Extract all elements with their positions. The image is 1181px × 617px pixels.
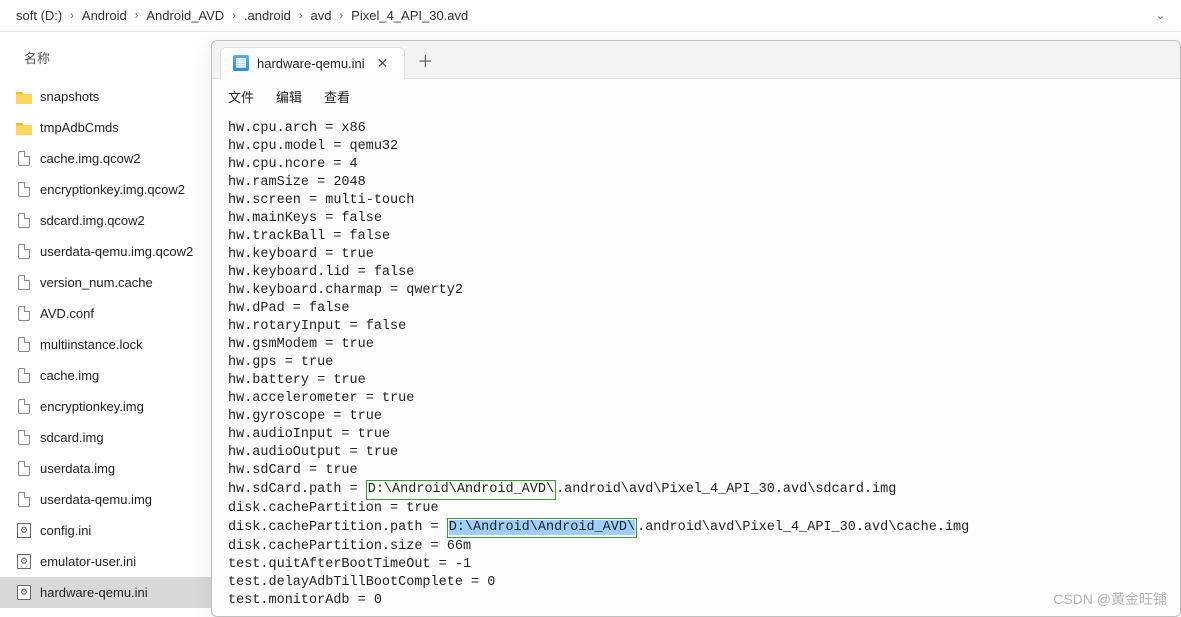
tab-hardware-qemu[interactable]: hardware-qemu.ini ✕ <box>220 47 405 79</box>
file-item[interactable]: snapshots <box>0 81 211 112</box>
file-name-label: userdata-qemu.img <box>40 492 152 507</box>
file-name-label: config.ini <box>40 523 91 538</box>
file-icon <box>16 368 32 384</box>
column-header-name[interactable]: 名称 <box>0 40 211 81</box>
tab-bar: hardware-qemu.ini ✕ ＋ <box>212 41 1180 79</box>
chevron-right-icon: › <box>299 10 303 22</box>
file-name-label: sdcard.img <box>40 430 104 445</box>
crumb-0[interactable]: soft (D:) <box>16 8 62 23</box>
folder-icon <box>16 89 32 105</box>
notepad-icon <box>233 55 249 71</box>
file-icon <box>16 399 32 415</box>
tab-title: hardware-qemu.ini <box>257 56 365 71</box>
file-item[interactable]: cache.img <box>0 360 211 391</box>
file-icon <box>16 492 32 508</box>
settings-file-icon: ⚙ <box>16 554 32 570</box>
chevron-right-icon: › <box>340 10 344 22</box>
file-name-label: encryptionkey.img <box>40 399 144 414</box>
file-icon <box>16 213 32 229</box>
file-item[interactable]: ⚙ config.ini <box>0 515 211 546</box>
file-name-label: AVD.conf <box>40 306 94 321</box>
file-item[interactable]: AVD.conf <box>0 298 211 329</box>
file-icon <box>16 306 32 322</box>
file-icon <box>16 461 32 477</box>
file-name-label: snapshots <box>40 89 99 104</box>
file-name-label: multiinstance.lock <box>40 337 143 352</box>
file-name-label: userdata-qemu.img.qcow2 <box>40 244 193 259</box>
chevron-down-icon[interactable]: ⌄ <box>1156 9 1165 22</box>
file-icon <box>16 430 32 446</box>
chevron-right-icon: › <box>70 10 74 22</box>
file-name-label: userdata.img <box>40 461 115 476</box>
file-list-pane: 名称 snapshots tmpAdbCmds cache.img.qcow2 enc… <box>0 32 211 617</box>
chevron-right-icon: › <box>135 10 139 22</box>
file-item[interactable]: ⚙ hardware-qemu.ini <box>0 577 211 608</box>
file-name-label: encryptionkey.img.qcow2 <box>40 182 185 197</box>
crumb-2[interactable]: Android_AVD <box>146 8 224 23</box>
folder-icon <box>16 120 32 136</box>
file-item[interactable]: userdata-qemu.img.qcow2 <box>0 236 211 267</box>
file-icon <box>16 182 32 198</box>
close-icon[interactable]: ✕ <box>373 55 393 72</box>
file-name-label: cache.img.qcow2 <box>40 151 140 166</box>
crumb-3[interactable]: .android <box>244 8 291 23</box>
crumb-4[interactable]: avd <box>311 8 332 23</box>
file-item[interactable]: userdata.img <box>0 453 211 484</box>
file-name-label: emulator-user.ini <box>40 554 136 569</box>
file-item[interactable]: userdata-qemu.img <box>0 484 211 515</box>
crumb-5[interactable]: Pixel_4_API_30.avd <box>351 8 468 23</box>
file-name-label: hardware-qemu.ini <box>40 585 148 600</box>
editor-content[interactable]: hw.cpu.arch = x86 hw.cpu.model = qemu32 … <box>212 116 1180 616</box>
crumb-1[interactable]: Android <box>82 8 127 23</box>
menu-bar: 文件 编辑 查看 <box>212 79 1180 116</box>
file-icon <box>16 151 32 167</box>
chevron-right-icon: › <box>232 10 236 22</box>
file-item[interactable]: cache.img.qcow2 <box>0 143 211 174</box>
file-item[interactable]: encryptionkey.img.qcow2 <box>0 174 211 205</box>
watermark-text: CSDN @黄金旺铺 <box>1053 589 1167 609</box>
file-item[interactable]: ⚙ emulator-user.ini <box>0 546 211 577</box>
menu-file[interactable]: 文件 <box>228 87 254 106</box>
file-name-label: sdcard.img.qcow2 <box>40 213 145 228</box>
file-name-label: version_num.cache <box>40 275 153 290</box>
settings-file-icon: ⚙ <box>16 523 32 539</box>
menu-view[interactable]: 查看 <box>324 87 350 106</box>
menu-edit[interactable]: 编辑 <box>276 87 302 106</box>
file-icon <box>16 337 32 353</box>
file-name-label: cache.img <box>40 368 99 383</box>
file-icon <box>16 275 32 291</box>
file-item[interactable]: sdcard.img <box>0 422 211 453</box>
file-item[interactable]: version_num.cache <box>0 267 211 298</box>
file-icon <box>16 244 32 260</box>
file-item[interactable]: multiinstance.lock <box>0 329 211 360</box>
breadcrumb[interactable]: soft (D:) › Android › Android_AVD › .and… <box>0 0 1181 32</box>
file-item[interactable]: sdcard.img.qcow2 <box>0 205 211 236</box>
file-item[interactable]: tmpAdbCmds <box>0 112 211 143</box>
file-item[interactable]: encryptionkey.img <box>0 391 211 422</box>
file-name-label: tmpAdbCmds <box>40 120 119 135</box>
settings-file-icon: ⚙ <box>16 585 32 601</box>
new-tab-button[interactable]: ＋ <box>409 44 441 76</box>
editor-window: hardware-qemu.ini ✕ ＋ 文件 编辑 查看 hw.cpu.ar… <box>211 40 1181 617</box>
